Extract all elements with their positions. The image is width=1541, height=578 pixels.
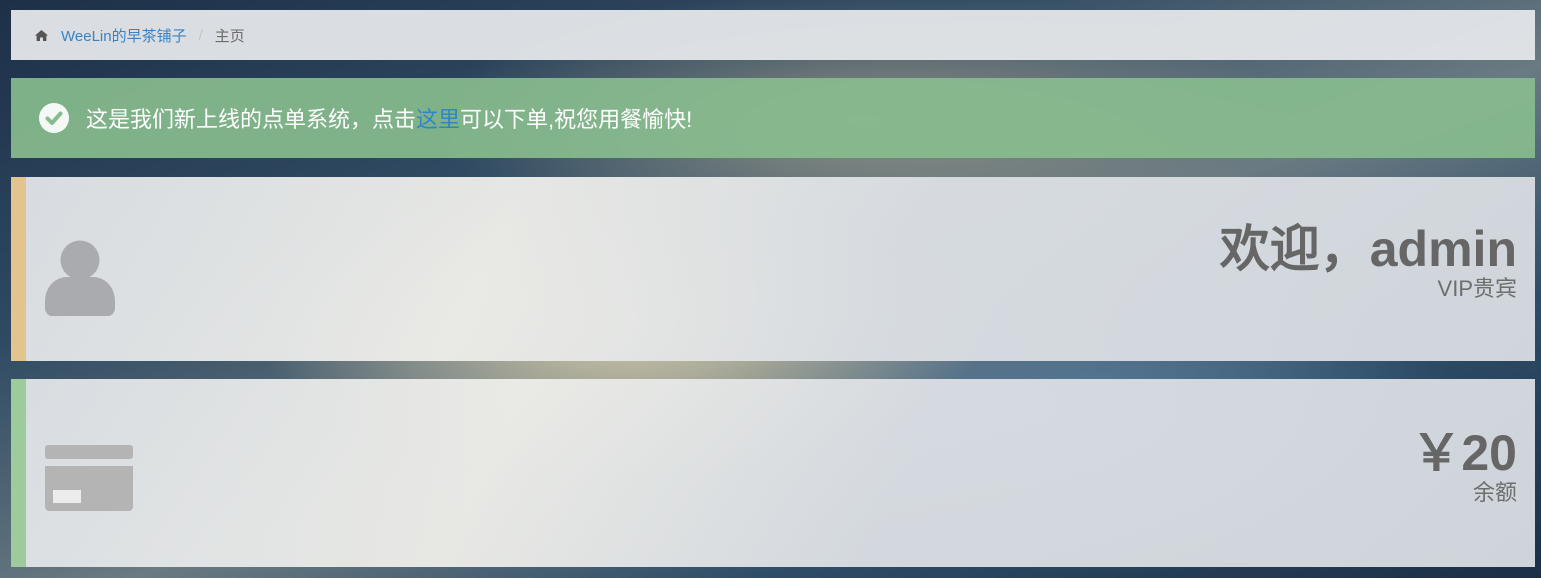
home-icon xyxy=(35,29,48,41)
breadcrumb: WeeLin的早茶铺子 / 主页 xyxy=(11,10,1535,60)
user-icon xyxy=(45,240,115,316)
alert-message: 这是我们新上线的点单系统，点击这里可以下单,祝您用餐愉快! xyxy=(86,102,692,134)
user-panel-accent-bar xyxy=(11,177,26,361)
credit-card-icon xyxy=(45,445,133,511)
breadcrumb-current: 主页 xyxy=(214,27,245,45)
balance-amount: ￥20 xyxy=(1411,425,1517,481)
balance-panel-accent-bar xyxy=(11,379,26,567)
breadcrumb-separator: / xyxy=(198,26,203,44)
user-welcome-panel[interactable]: 欢迎，admin VIP贵宾 xyxy=(11,177,1535,361)
welcome-alert: 这是我们新上线的点单系统，点击这里可以下单,祝您用餐愉快! xyxy=(11,78,1535,158)
balance-panel[interactable]: ￥20 余额 xyxy=(11,379,1535,567)
breadcrumb-home-link[interactable]: WeeLin的早茶铺子 xyxy=(61,25,187,46)
check-circle-icon xyxy=(39,103,69,133)
welcome-heading: 欢迎，admin xyxy=(1219,221,1517,277)
alert-text-after: 可以下单,祝您用餐愉快! xyxy=(460,107,693,132)
balance-label: 余额 xyxy=(1472,480,1517,505)
alert-text-before: 这是我们新上线的点单系统，点击 xyxy=(86,107,417,132)
order-link[interactable]: 这里 xyxy=(416,107,460,132)
user-level: VIP贵宾 xyxy=(1437,276,1517,301)
